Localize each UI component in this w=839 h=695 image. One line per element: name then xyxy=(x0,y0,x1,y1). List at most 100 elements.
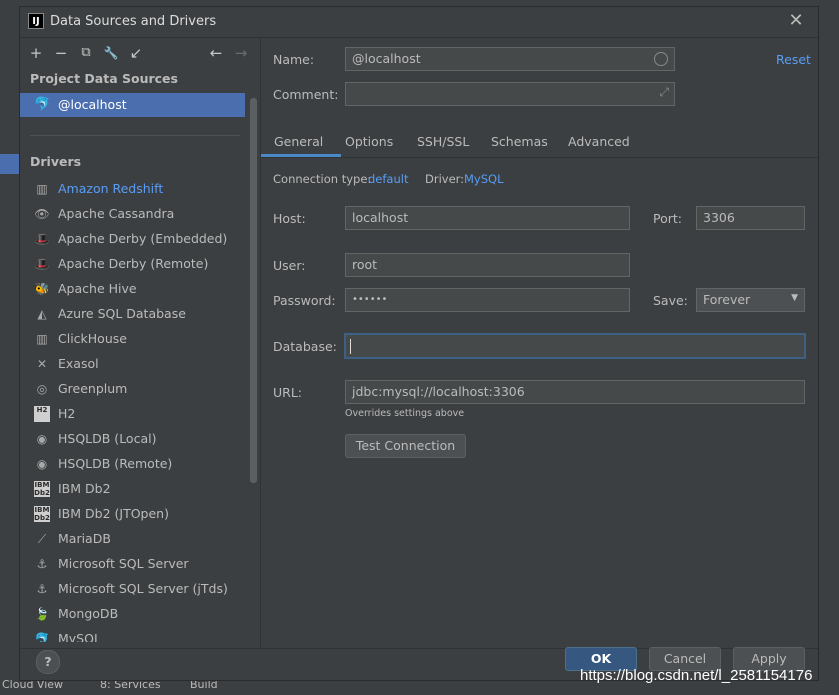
mongodb-icon: 🍃 xyxy=(34,607,50,621)
driver-item-label: Exasol xyxy=(58,356,99,371)
url-label: URL: xyxy=(273,385,303,400)
driver-item-label: HSQLDB (Remote) xyxy=(58,456,173,471)
save-label: Save: xyxy=(653,293,688,308)
clickhouse-icon: ▥ xyxy=(36,332,48,346)
exasol-icon: ✕ xyxy=(36,357,48,371)
import-icon[interactable]: ↙ xyxy=(126,43,146,63)
port-field[interactable]: 3306 xyxy=(696,206,805,230)
driver-item[interactable]: ◭ Azure SQL Database xyxy=(20,301,245,326)
project-item-localhost[interactable]: 🐬 @localhost xyxy=(20,93,245,117)
save-select-value: Forever xyxy=(703,292,751,307)
ide-right-gutter xyxy=(819,6,839,681)
driver-item[interactable]: 🐝 Apache Hive xyxy=(20,276,245,301)
db2-icon: IBM Db2 xyxy=(34,506,50,522)
password-label: Password: xyxy=(273,293,336,308)
tab-ssh-ssl[interactable]: SSH/SSL xyxy=(417,128,469,156)
chevron-down-icon: ▼ xyxy=(791,293,798,303)
url-hint: Overrides settings above xyxy=(345,408,465,419)
driver-item-label: Microsoft SQL Server (jTds) xyxy=(58,581,228,596)
driver-item[interactable]: IBM Db2 IBM Db2 (JTOpen) xyxy=(20,501,245,526)
driver-item[interactable]: ◎ Greenplum xyxy=(20,376,245,401)
driver-item[interactable]: 🎩 Apache Derby (Embedded) xyxy=(20,226,245,251)
db2-icon: IBM Db2 xyxy=(34,481,50,497)
dialog-titlebar: IJ Data Sources and Drivers ✕ xyxy=(20,7,818,37)
driver-item[interactable]: 🐬 MySQL xyxy=(20,626,245,642)
driver-item-label: Amazon Redshift xyxy=(58,181,164,196)
driver-item[interactable]: ⟋ MariaDB xyxy=(20,526,245,551)
duplicate-icon[interactable]: ⧉ xyxy=(76,43,96,63)
mysql-icon: 🐬 xyxy=(34,632,50,642)
mssql-icon: ⚓ xyxy=(36,557,48,571)
azure-icon: ◭ xyxy=(37,307,47,321)
driver-item[interactable]: 👁 Apache Cassandra xyxy=(20,201,245,226)
redshift-icon: ▥ xyxy=(36,182,48,196)
remove-icon[interactable]: − xyxy=(51,43,71,63)
mysql-icon: 🐬 xyxy=(34,97,51,112)
driver-item-label: H2 xyxy=(58,406,76,421)
driver-item[interactable]: ▥ Amazon Redshift xyxy=(20,176,245,201)
driver-item-label: Apache Derby (Embedded) xyxy=(58,231,228,246)
left-panel: + − ⧉ 🔧 ↙ ← → Project Data Sources 🐬 @lo… xyxy=(20,38,260,648)
mssql-icon: ⚓ xyxy=(36,582,48,596)
driver-item[interactable]: ◉ HSQLDB (Local) xyxy=(20,426,245,451)
driver-item-label: MariaDB xyxy=(58,531,111,546)
driver-list: ▥ Amazon Redshift 👁 Apache Cassandra 🎩 Apache… xyxy=(20,176,250,642)
reset-link[interactable]: Reset xyxy=(776,52,811,67)
driver-link[interactable]: MySQL xyxy=(464,172,504,186)
driver-item[interactable]: ✕ Exasol xyxy=(20,351,245,376)
driver-label: Driver: xyxy=(425,172,465,186)
help-button[interactable]: ? xyxy=(36,650,60,674)
database-field[interactable] xyxy=(344,333,806,359)
user-field[interactable]: root xyxy=(345,253,630,277)
host-field[interactable]: localhost xyxy=(345,206,630,230)
driver-item[interactable]: 🎩 Apache Derby (Remote) xyxy=(20,251,245,276)
driver-item-label: Apache Hive xyxy=(58,281,137,296)
driver-item-label: MySQL xyxy=(58,631,101,642)
back-arrow-icon[interactable]: ← xyxy=(206,43,226,63)
connection-type-link[interactable]: default xyxy=(368,172,408,186)
driver-item[interactable]: ▥ ClickHouse xyxy=(20,326,245,351)
password-field[interactable]: •••••• xyxy=(345,288,630,312)
greenplum-icon: ◎ xyxy=(36,382,48,396)
color-circle-icon[interactable] xyxy=(654,52,668,66)
driver-item[interactable]: ◉ HSQLDB (Remote) xyxy=(20,451,245,476)
driver-item[interactable]: 🍃 MongoDB xyxy=(20,601,245,626)
driver-item[interactable]: H2 H2 xyxy=(20,401,245,426)
divider xyxy=(30,135,240,136)
add-icon[interactable]: + xyxy=(26,43,46,63)
name-field[interactable]: @localhost xyxy=(345,47,675,71)
tab-advanced[interactable]: Advanced xyxy=(568,128,630,156)
right-panel: Name: @localhost Reset Comment: ⤢ Genera… xyxy=(261,38,818,648)
driver-list-scrollbar[interactable] xyxy=(250,98,257,483)
comment-label: Comment: xyxy=(273,87,339,102)
h2-icon: H2 xyxy=(34,406,50,422)
comment-field[interactable]: ⤢ xyxy=(345,82,675,106)
hsqldb-icon: ◉ xyxy=(36,432,48,446)
driver-item[interactable]: ⚓ Microsoft SQL Server (jTds) xyxy=(20,576,245,601)
driver-item-label: IBM Db2 (JTOpen) xyxy=(58,506,169,521)
driver-item-label: Azure SQL Database xyxy=(58,306,186,321)
driver-item-label: MongoDB xyxy=(58,606,119,621)
url-field[interactable]: jdbc:mysql://localhost:3306 xyxy=(345,380,805,404)
tab-schemas[interactable]: Schemas xyxy=(491,128,548,156)
driver-item[interactable]: IBM Db2 IBM Db2 xyxy=(20,476,245,501)
port-label: Port: xyxy=(653,211,682,226)
derby-icon: 🎩 xyxy=(34,257,50,271)
driver-item-label: Microsoft SQL Server xyxy=(58,556,189,571)
host-label: Host: xyxy=(273,211,306,226)
tab-options[interactable]: Options xyxy=(345,128,393,156)
name-value: @localhost xyxy=(352,51,421,66)
driver-item[interactable]: ⚓ Microsoft SQL Server xyxy=(20,551,245,576)
expand-icon[interactable]: ⤢ xyxy=(659,85,669,100)
wrench-icon[interactable]: 🔧 xyxy=(101,43,121,63)
test-connection-button[interactable]: Test Connection xyxy=(345,434,466,458)
tab-general[interactable]: General xyxy=(274,128,323,156)
hive-icon: 🐝 xyxy=(34,282,50,296)
mariadb-icon: ⟋ xyxy=(37,532,47,546)
project-data-sources-header: Project Data Sources xyxy=(30,71,178,86)
driver-item-label: Apache Derby (Remote) xyxy=(58,256,209,271)
driver-item-label: Apache Cassandra xyxy=(58,206,175,221)
close-icon[interactable]: ✕ xyxy=(786,11,806,31)
forward-arrow-icon[interactable]: → xyxy=(231,43,251,63)
save-select[interactable]: Forever ▼ xyxy=(696,288,805,312)
